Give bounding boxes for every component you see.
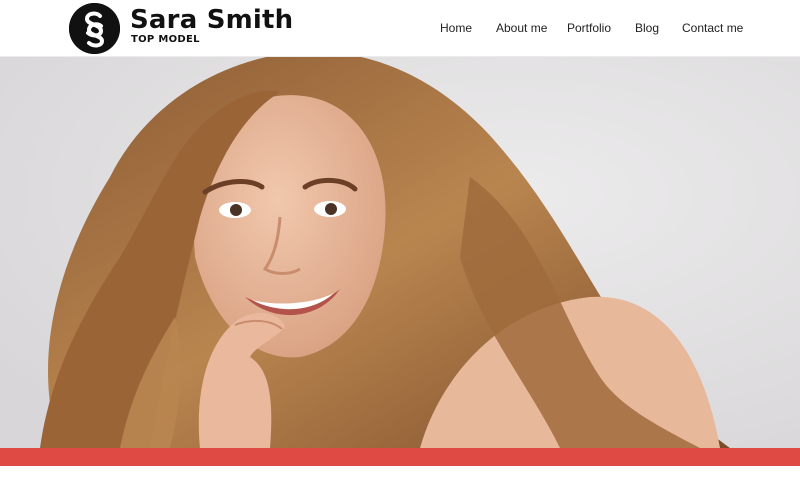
accent-bar (0, 448, 800, 466)
nav-blog[interactable]: Blog (635, 19, 659, 37)
nav-contact-me[interactable]: Contact me (682, 19, 743, 37)
hero-portrait-image (0, 57, 800, 448)
nav-portfolio[interactable]: Portfolio (567, 19, 611, 37)
page-heading (67, 486, 767, 500)
nav-home[interactable]: Home (440, 19, 472, 37)
main-nav: Home About me Portfolio Blog Contact me (0, 19, 800, 37)
nav-about-me[interactable]: About me (496, 19, 547, 37)
site-header: Sara Smith TOP MODEL Home About me Portf… (0, 0, 800, 57)
hero-banner (0, 57, 800, 448)
